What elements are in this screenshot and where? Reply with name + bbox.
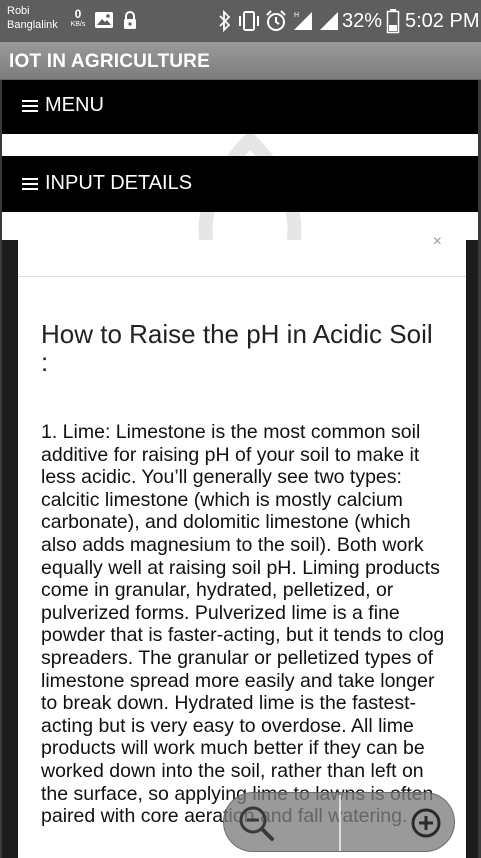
app-title: IOT IN AGRICULTURE xyxy=(9,51,210,72)
battery-icon xyxy=(386,9,400,34)
zoom-divider xyxy=(339,795,341,851)
network-speed-unit: KB/s xyxy=(70,21,86,28)
carrier-name-2: Banglalink xyxy=(7,19,58,31)
menu-label: MENU xyxy=(45,94,104,116)
input-details-bar[interactable]: INPUT DETAILS xyxy=(2,156,478,212)
network-speed: 0 KB/s xyxy=(67,8,89,29)
info-dialog: × How to Raise the pH in Acidic Soil : 1… xyxy=(18,234,466,858)
webview-page: MENU INPUT DETAILS × How to Raise the pH… xyxy=(0,80,481,858)
network-speed-value: 0 xyxy=(74,7,82,21)
lock-icon xyxy=(124,11,136,29)
menu-bar[interactable]: MENU xyxy=(2,80,478,134)
zoom-in-icon[interactable] xyxy=(406,803,446,843)
app-title-bar: IOT IN AGRICULTURE xyxy=(0,42,481,80)
battery-percent: 32% xyxy=(342,10,383,32)
zoom-controls xyxy=(223,792,455,852)
svg-text:H: H xyxy=(294,12,299,19)
hamburger-icon xyxy=(22,178,38,190)
dialog-heading: How to Raise the pH in Acidic Soil : xyxy=(41,319,433,377)
zoom-out-icon[interactable] xyxy=(236,803,276,843)
carrier-name-1: Robi xyxy=(7,5,30,17)
close-icon[interactable]: × xyxy=(433,234,442,250)
image-icon xyxy=(95,12,113,28)
vibrate-icon xyxy=(239,11,259,31)
dialog-body-text: 1. Lime: Limestone is the most common so… xyxy=(41,421,445,828)
dialog-divider xyxy=(18,276,466,277)
signal-icon: H xyxy=(294,12,312,30)
carrier-names: Robi Banglalink xyxy=(7,4,58,32)
clock: 5:02 PM xyxy=(405,10,480,32)
input-details-label: INPUT DETAILS xyxy=(45,172,193,194)
status-bar: Robi Banglalink 0 KB/s H 32% 5:02 PM xyxy=(0,0,481,42)
hamburger-icon xyxy=(22,100,38,112)
alarm-icon xyxy=(266,10,286,31)
bluetooth-icon xyxy=(219,10,231,32)
signal-icon xyxy=(320,12,338,30)
